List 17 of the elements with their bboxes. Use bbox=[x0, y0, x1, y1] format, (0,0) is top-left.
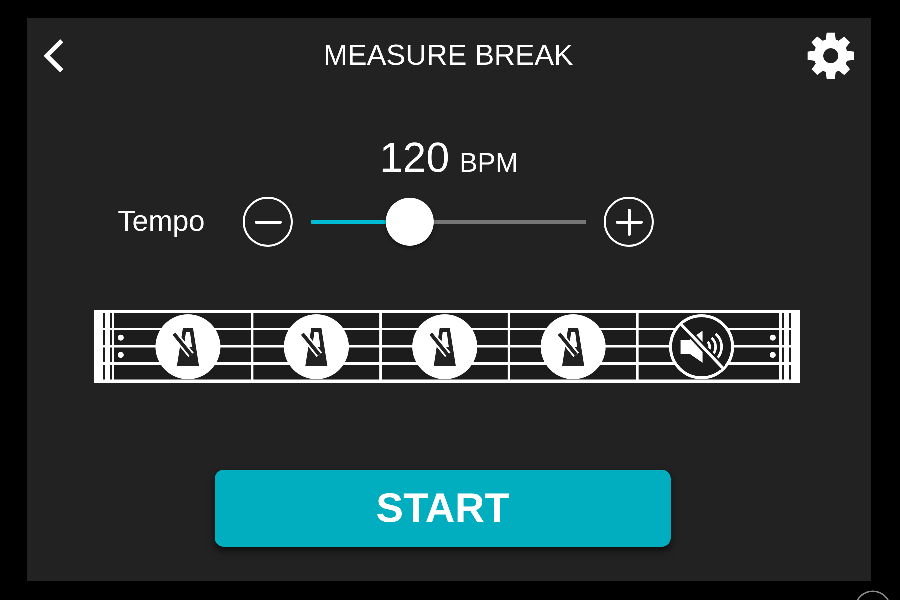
muted-speaker-icon[interactable] bbox=[669, 314, 734, 380]
metronome-icon[interactable] bbox=[156, 314, 221, 380]
back-icon[interactable] bbox=[42, 38, 66, 74]
screen-title: MEASURE BREAK bbox=[324, 40, 574, 72]
minus-icon bbox=[254, 220, 282, 224]
increase-button[interactable] bbox=[604, 197, 654, 247]
metronome-icon[interactable] bbox=[540, 314, 606, 380]
plus-icon bbox=[616, 208, 642, 236]
slider-thumb[interactable] bbox=[386, 198, 434, 246]
tempo-value: 120 bbox=[380, 135, 450, 181]
start-button[interactable]: START bbox=[215, 470, 671, 547]
tempo-unit: BPM bbox=[460, 147, 518, 180]
metronome-icon[interactable] bbox=[412, 314, 478, 380]
tempo-label: Tempo bbox=[118, 206, 206, 238]
decrease-button[interactable] bbox=[243, 197, 293, 247]
metronome-icon[interactable] bbox=[284, 314, 350, 380]
settings-icon[interactable] bbox=[807, 32, 855, 80]
